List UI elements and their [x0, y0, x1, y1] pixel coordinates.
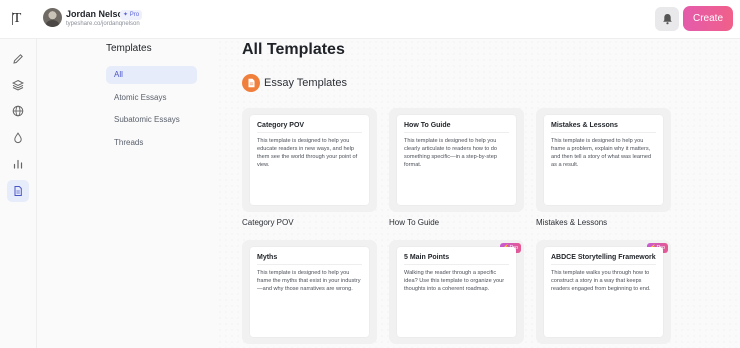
template-card-preview: Category POV This template is designed t… — [250, 115, 369, 205]
card-title: 5 Main Points — [404, 254, 509, 265]
card-description: This template walks you through how to c… — [551, 270, 651, 292]
nav-item-subatomic-essays[interactable]: Subatomic Essays — [106, 111, 197, 129]
top-bar: |T Jordan Nelson ✦ Pro typeshare.co/jord… — [0, 0, 740, 39]
card-description: This template is designed to help you fr… — [257, 270, 361, 292]
template-card[interactable]: How To Guide This template is designed t… — [389, 108, 524, 212]
bar-chart-icon — [13, 159, 23, 169]
card-title: Mistakes & Lessons — [551, 122, 656, 133]
template-card-preview: Myths This template is designed to help … — [250, 247, 369, 337]
rail-item-templates[interactable] — [7, 180, 29, 202]
app-logo[interactable]: |T — [11, 11, 25, 27]
rail-item-ideas[interactable] — [7, 127, 29, 149]
notifications-button[interactable] — [655, 7, 679, 31]
rail-item-collections[interactable] — [7, 74, 29, 96]
template-card-preview: 5 Main Points Walking the reader through… — [397, 247, 516, 337]
template-card-preview: ABDCE Storytelling Framework This templa… — [544, 247, 663, 337]
templates-nav-title: Templates — [106, 43, 152, 54]
card-label[interactable]: How To Guide — [389, 218, 439, 227]
create-button[interactable]: Create — [683, 6, 733, 31]
drop-icon — [14, 132, 22, 144]
rail-item-write[interactable] — [7, 48, 29, 70]
template-card[interactable]: ⚡Pro 5 Main Points Walking the reader th… — [389, 240, 524, 344]
nav-item-threads[interactable]: Threads — [106, 134, 197, 152]
card-title: How To Guide — [404, 122, 509, 133]
rail-item-analytics[interactable] — [7, 153, 29, 175]
user-handle: typeshare.co/jordanqnelson — [66, 21, 140, 27]
card-title: Myths — [257, 254, 362, 265]
templates-nav: Templates All Atomic Essays Subatomic Es… — [37, 39, 217, 348]
template-card-preview: Mistakes & Lessons This template is desi… — [544, 115, 663, 205]
card-title: Category POV — [257, 122, 362, 133]
globe-icon — [12, 105, 24, 117]
card-title: ABDCE Storytelling Framework — [551, 254, 656, 265]
icon-rail — [0, 39, 37, 348]
template-card[interactable]: ⚡Pro ABDCE Storytelling Framework This t… — [536, 240, 671, 344]
template-card[interactable]: Mistakes & Lessons This template is desi… — [536, 108, 671, 212]
pencil-icon — [13, 54, 23, 64]
card-description: This template is designed to help you fr… — [551, 138, 652, 168]
card-description: This template is designed to help you ed… — [257, 138, 358, 168]
rail-item-social[interactable] — [7, 100, 29, 122]
pro-badge-label: Pro — [129, 12, 140, 18]
card-label[interactable]: Category POV — [242, 218, 294, 227]
template-card[interactable]: Category POV This template is designed t… — [242, 108, 377, 212]
section-icon — [242, 74, 260, 92]
template-card-preview: How To Guide This template is designed t… — [397, 115, 516, 205]
card-description: Walking the reader through a specific id… — [404, 270, 505, 292]
card-description: This template is designed to help you cl… — [404, 138, 497, 168]
nav-item-atomic-essays[interactable]: Atomic Essays — [106, 89, 197, 107]
document-icon — [14, 186, 22, 196]
avatar[interactable] — [43, 8, 62, 27]
page-title: All Templates — [242, 41, 345, 58]
pro-badge: ✦ Pro — [120, 10, 143, 20]
main-content: All Templates Essay Templates Category P… — [217, 39, 740, 348]
template-card[interactable]: Myths This template is designed to help … — [242, 240, 377, 344]
nav-item-all[interactable]: All — [106, 66, 197, 84]
document-icon — [248, 78, 254, 88]
layers-icon — [12, 79, 24, 91]
section-title: Essay Templates — [264, 77, 347, 89]
bell-icon — [662, 14, 672, 25]
card-label[interactable]: Mistakes & Lessons — [536, 218, 607, 227]
